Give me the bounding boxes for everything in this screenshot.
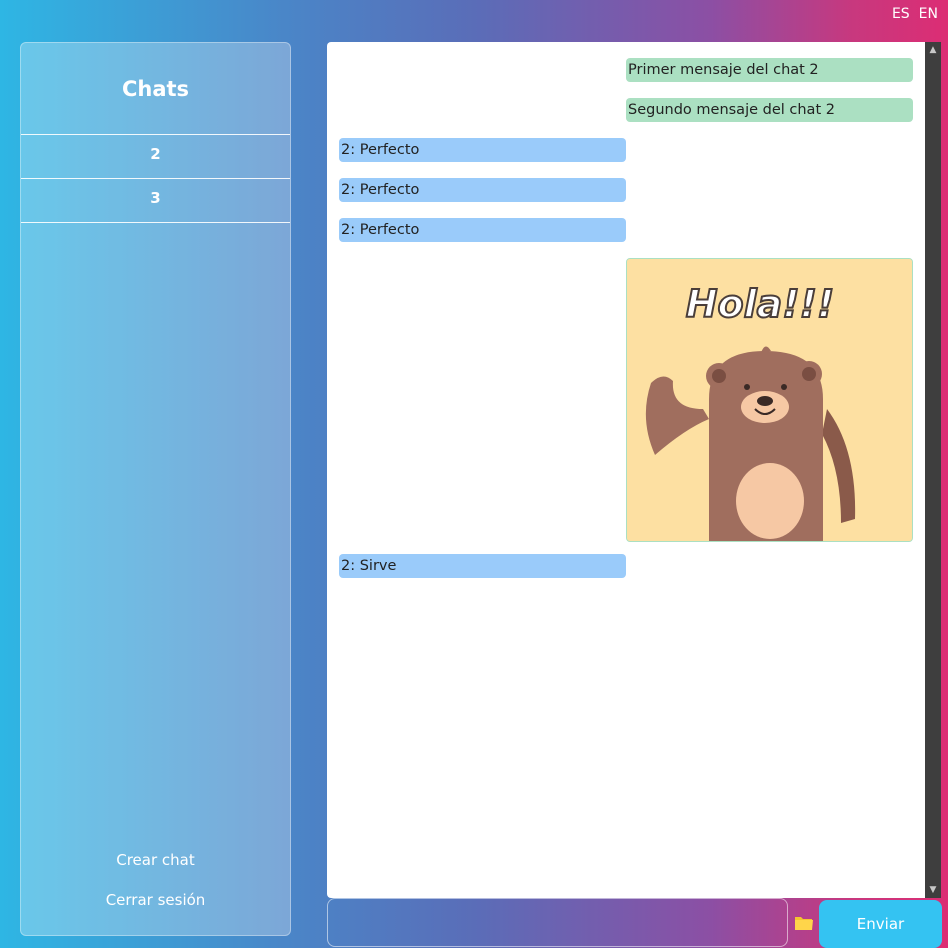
sidebar-title: Chats: [21, 43, 290, 135]
message-bubble-received: 2: Perfecto: [339, 218, 626, 242]
message-bubble-sent: Primer mensaje del chat 2: [626, 58, 913, 82]
scroll-up-arrow-icon[interactable]: ▲: [925, 42, 941, 58]
send-button[interactable]: Enviar: [819, 900, 942, 948]
sticker-message-bear: Hola!!!: [626, 258, 913, 542]
folder-icon[interactable]: [794, 914, 814, 932]
language-es-link[interactable]: ES: [892, 6, 910, 22]
language-en-link[interactable]: EN: [919, 6, 938, 22]
message-bubble-received: 2: Sirve: [339, 554, 626, 578]
sticker-caption: Hola!!!: [686, 282, 835, 326]
chat-panel: Primer mensaje del chat 2 Segundo mensaj…: [327, 42, 941, 898]
message-bubble-received: 2: Perfecto: [339, 138, 626, 162]
waving-bear-image: Hola!!!: [627, 259, 912, 541]
message-list[interactable]: Primer mensaje del chat 2 Segundo mensaj…: [327, 42, 925, 898]
chat-item-3[interactable]: 3: [21, 179, 290, 223]
scroll-down-arrow-icon[interactable]: ▼: [925, 882, 941, 898]
chat-scrollbar[interactable]: ▲ ▼: [925, 42, 941, 898]
message-input[interactable]: [327, 898, 788, 947]
message-bubble-received: 2: Perfecto: [339, 178, 626, 202]
sidebar-actions: Crear chat Cerrar sesión: [21, 847, 290, 927]
language-switcher: ES EN: [892, 6, 938, 22]
logout-button[interactable]: Cerrar sesión: [21, 887, 290, 927]
message-bubble-sent: Segundo mensaje del chat 2: [626, 98, 913, 122]
chat-item-2[interactable]: 2: [21, 135, 290, 179]
sidebar: Chats 2 3 Crear chat Cerrar sesión: [20, 42, 291, 936]
create-chat-button[interactable]: Crear chat: [21, 847, 290, 887]
attach-folder-icon: [795, 917, 813, 930]
